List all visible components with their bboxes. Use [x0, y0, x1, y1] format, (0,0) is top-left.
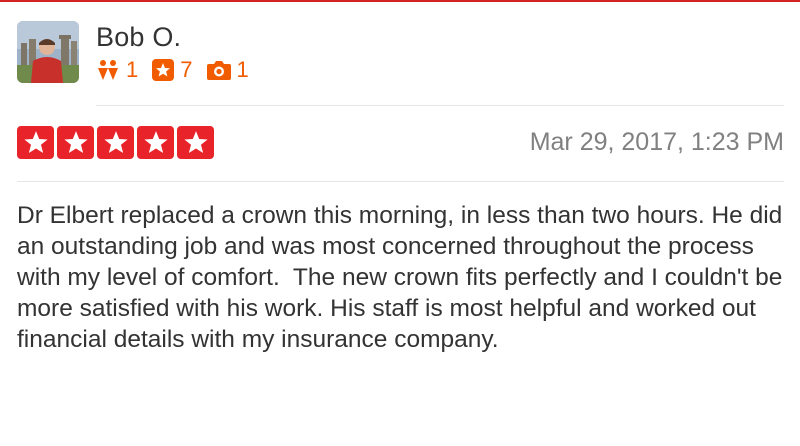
star-icon — [177, 126, 214, 159]
avatar[interactable] — [17, 21, 79, 83]
friends-icon — [98, 60, 118, 80]
user-name[interactable]: Bob O. — [96, 22, 181, 53]
friends-count: 1 — [126, 57, 139, 82]
review-star-icon — [152, 59, 175, 81]
friends-stat: 1 — [96, 59, 152, 81]
reviews-stat: 7 — [152, 59, 206, 81]
reviews-count: 7 — [180, 57, 193, 82]
star-icon — [57, 126, 94, 159]
star-icon — [137, 126, 174, 159]
photos-count: 1 — [236, 57, 249, 82]
camera-icon — [206, 61, 231, 80]
user-stats: 1 7 1 — [96, 57, 263, 83]
review-card: Bob O. 1 7 1 Mar 29, 2017, 1:23 PM Dr El… — [0, 0, 800, 446]
star-icon — [17, 126, 54, 159]
rating-divider — [17, 181, 784, 182]
review-date: Mar 29, 2017, 1:23 PM — [529, 128, 784, 156]
header-divider — [96, 105, 784, 106]
star-rating — [17, 126, 214, 159]
avatar-photo — [17, 21, 79, 83]
photos-stat: 1 — [206, 57, 263, 82]
review-text: Dr Elbert replaced a crown this morning,… — [17, 202, 790, 353]
star-icon — [97, 126, 134, 159]
